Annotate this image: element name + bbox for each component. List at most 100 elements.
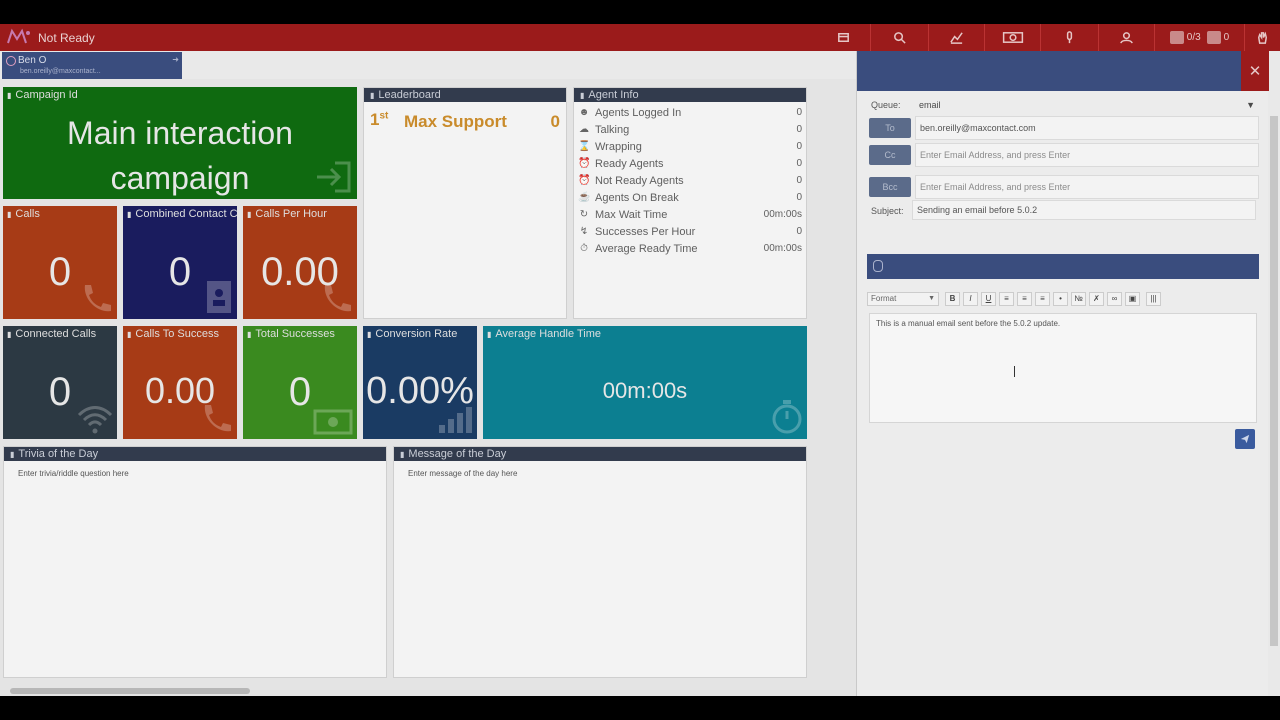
image-button[interactable]: ▣ xyxy=(1125,292,1140,306)
row-value: 0 xyxy=(796,158,802,169)
tile-total-successes: Total Successes 0 xyxy=(243,326,357,439)
bcc-button[interactable]: Bcc xyxy=(869,177,911,197)
row-value: 0 xyxy=(796,141,802,152)
format-value: Format xyxy=(871,294,897,303)
numbered-list-button[interactable]: № xyxy=(1071,292,1086,306)
agent-info-panel: Agent Info ☻Agents Logged In0 ☁Talking0 … xyxy=(573,87,807,319)
tile-conversion-rate: Conversion Rate 0.00% xyxy=(363,326,477,439)
chevron-down-icon: ▼ xyxy=(1246,100,1255,110)
phone-icon xyxy=(204,405,231,432)
trivia-text: Enter trivia/riddle question here xyxy=(18,469,129,478)
bcc-field[interactable]: Enter Email Address, and press Enter xyxy=(915,175,1259,199)
leaderboard-rank: 1st xyxy=(370,110,388,130)
search-icon xyxy=(894,32,906,44)
alarm-clock-icon: ⏰ xyxy=(578,158,591,169)
bold-button[interactable]: B xyxy=(945,292,960,306)
cc-button[interactable]: Cc xyxy=(869,145,911,165)
horizontal-scrollbar[interactable] xyxy=(10,688,250,694)
stopwatch-icon: ⏱ xyxy=(580,243,588,254)
tile-label: Campaign Id xyxy=(7,89,77,101)
italic-button[interactable]: I xyxy=(963,292,978,306)
row-value: 0 xyxy=(796,124,802,135)
money-icon xyxy=(313,409,353,435)
phone-icon xyxy=(84,285,111,312)
send-button[interactable] xyxy=(1235,429,1255,449)
trivia-title: Trivia of the Day xyxy=(4,447,386,461)
message-title: Message of the Day xyxy=(394,447,806,461)
paper-plane-icon xyxy=(1240,434,1250,444)
trivia-panel: Trivia of the Day Enter trivia/riddle qu… xyxy=(3,446,387,678)
to-field[interactable]: ben.oreilly@maxcontact.com xyxy=(915,116,1259,140)
agent-avatar-icon xyxy=(6,56,16,66)
tile-calls-per-hour: Calls Per Hour 0.00 xyxy=(243,206,357,319)
user-icon xyxy=(1120,32,1133,44)
rank-suffix: st xyxy=(379,110,389,122)
row-label: Ready Agents xyxy=(595,157,664,170)
microphone-button[interactable] xyxy=(1040,24,1098,51)
campaign-value-line1: Main interaction xyxy=(67,115,293,151)
bolt-icon: ↯ xyxy=(579,226,589,237)
queue-label: Queue: xyxy=(871,100,901,110)
align-left-button[interactable]: ≡ xyxy=(999,292,1014,306)
paperclip-icon xyxy=(873,260,883,272)
agents-badge-icon xyxy=(1169,31,1184,44)
alarm-clock-red-icon: ⏰ xyxy=(578,175,591,186)
leaderboard-panel: Leaderboard 1st Max Support 0 xyxy=(363,87,567,319)
bullet-list-button[interactable]: • xyxy=(1053,292,1068,306)
link-button[interactable]: ∞ xyxy=(1107,292,1122,306)
vertical-scrollbar[interactable] xyxy=(1270,116,1278,646)
stopwatch-icon xyxy=(772,400,802,434)
agent-info-row: ☻ Agents Logged In 0 xyxy=(578,104,802,121)
format-select[interactable]: Format ▼ xyxy=(867,292,939,306)
tile-connected-calls: Connected Calls 0 xyxy=(3,326,117,439)
bar-chart-icon xyxy=(439,407,472,433)
underline-button[interactable]: U xyxy=(981,292,996,306)
leaderboard-name: Max Support xyxy=(404,112,507,131)
tile-label: Connected Calls xyxy=(7,328,96,340)
align-right-button[interactable]: ≡ xyxy=(1035,292,1050,306)
cash-button[interactable] xyxy=(984,24,1040,51)
align-left-icon: ≡ xyxy=(1004,294,1009,303)
window-icon xyxy=(837,33,849,42)
tile-label: Calls To Success xyxy=(127,328,219,340)
remove-format-button[interactable]: ✗ xyxy=(1089,292,1104,306)
queue-counters[interactable]: 0/3 0 xyxy=(1154,24,1244,51)
row-label: Average Ready Time xyxy=(595,242,698,255)
user-button[interactable] xyxy=(1098,24,1154,51)
email-body-editor[interactable]: This is a manual email sent before the 5… xyxy=(869,313,1257,423)
attachment-bar[interactable] xyxy=(867,254,1259,279)
window-button[interactable] xyxy=(828,24,858,51)
source-button[interactable]: ||| xyxy=(1146,292,1161,306)
close-button[interactable]: ✕ xyxy=(1241,51,1269,91)
row-value: 00m:00s xyxy=(763,209,802,220)
cc-field[interactable]: Enter Email Address, and press Enter xyxy=(915,143,1259,167)
tile-average-handle-time: Average Handle Time 00m:00s xyxy=(483,326,807,439)
tile-calls-to-success: Calls To Success 0.00 xyxy=(123,326,237,439)
search-button[interactable] xyxy=(870,24,928,51)
tile-label: Average Handle Time xyxy=(487,328,601,340)
tile-calls: Calls 0 xyxy=(3,206,117,319)
agent-status-label[interactable]: Not Ready xyxy=(38,31,95,45)
sign-in-icon xyxy=(317,161,351,193)
campaign-value-line2: campaign xyxy=(110,160,250,196)
agent-info-row: ⏰ Ready Agents 0 xyxy=(578,155,802,172)
microphone-icon xyxy=(1066,31,1073,44)
chevron-down-icon: ▼ xyxy=(928,295,935,302)
to-button[interactable]: To xyxy=(869,118,911,138)
hand-button[interactable] xyxy=(1244,24,1280,51)
queue-select[interactable]: email ▼ xyxy=(913,98,1259,112)
align-center-button[interactable]: ≡ xyxy=(1017,292,1032,306)
app-window: Not Ready 0/3 0 Ben O ben.oreilly@maxcon… xyxy=(0,24,1280,696)
editor-toolbar: Format ▼ B I U ≡ ≡ ≡ • № ✗ ∞ ▣ ||| xyxy=(867,291,1259,307)
link-icon: ∞ xyxy=(1111,294,1118,303)
image-icon: ▣ xyxy=(1128,294,1137,303)
agent-tab[interactable]: Ben O ben.oreilly@maxcontact... ➜ xyxy=(2,52,182,79)
subject-field[interactable]: Sending an email before 5.0.2 xyxy=(912,200,1256,220)
tile-label: Calls Per Hour xyxy=(247,208,327,220)
stats-button[interactable] xyxy=(928,24,984,51)
pin-icon[interactable]: ➜ xyxy=(172,55,179,64)
tile-combined-contact: Combined Contact C 0 xyxy=(123,206,237,319)
subject-label: Subject: xyxy=(871,206,904,216)
row-label: Talking xyxy=(595,123,630,136)
row-value: 0 xyxy=(796,226,802,237)
